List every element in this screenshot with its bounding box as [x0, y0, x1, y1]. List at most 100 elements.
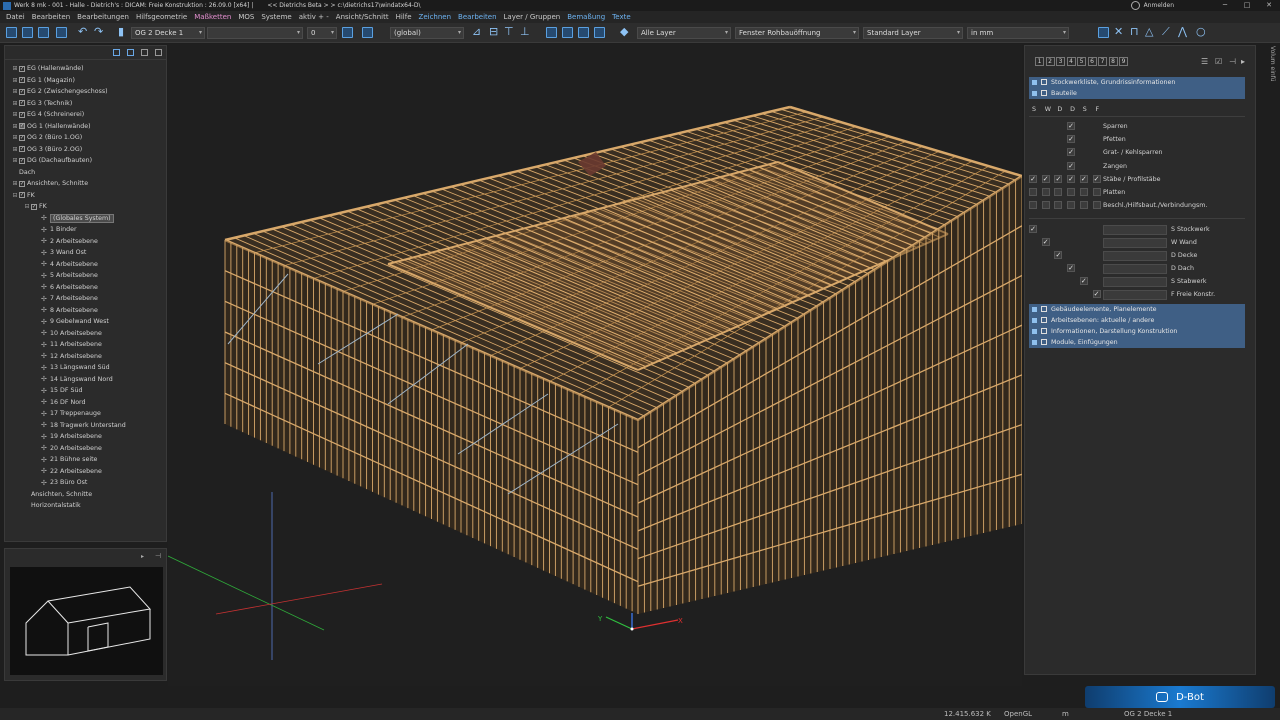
tree-item[interactable]: ✢ 19 Arbeitsebene: [33, 431, 102, 442]
tree-expander-icon[interactable]: ⊞: [11, 134, 19, 141]
type-checkbox[interactable]: ✓: [1054, 251, 1063, 259]
tree-item[interactable]: ✢ 1 Binder: [33, 224, 77, 235]
tree-expand-button[interactable]: [127, 49, 134, 56]
tree-expander-icon[interactable]: ⊞: [11, 180, 19, 187]
polyline-tool-icon[interactable]: ⋀: [1178, 26, 1187, 38]
menu-item[interactable]: Zeichnen: [419, 13, 452, 21]
plane-icon[interactable]: ⊟: [489, 26, 498, 38]
layer-tab[interactable]: 2: [1045, 57, 1055, 66]
layer-checkbox[interactable]: [1054, 188, 1063, 196]
layer-tab[interactable]: 6: [1087, 57, 1097, 66]
tree-item[interactable]: Ansichten, Schnitte: [23, 489, 92, 500]
layer-tab[interactable]: 8: [1108, 57, 1118, 66]
menu-item[interactable]: Hilfsgeometrie: [136, 13, 187, 21]
select-all-icon[interactable]: ☑: [1215, 57, 1222, 66]
tree-item[interactable]: ✢ 15 DF Süd: [33, 385, 82, 396]
menu-item[interactable]: Layer / Gruppen: [504, 13, 561, 21]
tree-checkbox[interactable]: ✓: [19, 88, 25, 95]
beam-icon[interactable]: ⊥: [520, 26, 530, 38]
tree-expander-icon[interactable]: ⊞: [11, 157, 19, 164]
layer-section[interactable]: Informationen, Darstellung Konstruktion: [1029, 326, 1245, 337]
tree-item[interactable]: ✢ 8 Arbeitsebene: [33, 305, 98, 316]
tree-expander-icon[interactable]: ⊞: [11, 88, 19, 95]
tree-expander-icon[interactable]: ⊞: [11, 100, 19, 107]
layer-checkbox[interactable]: [1041, 188, 1050, 196]
triangle-tool-icon[interactable]: △: [1145, 26, 1153, 38]
opening-select[interactable]: Fenster Rohbauöffnung ▾: [735, 27, 859, 39]
preview-menu-icon[interactable]: ▸: [141, 553, 144, 560]
open-file-button[interactable]: [22, 27, 33, 38]
unit-select[interactable]: in mm ▾: [967, 27, 1069, 39]
line-tool-icon[interactable]: ⟋: [1162, 26, 1170, 38]
tree-item[interactable]: ⊟ ✓ FK: [23, 201, 46, 212]
tree-item[interactable]: ⊞ ✓ OG 3 (Büro 2.OG): [11, 144, 82, 155]
tree-item[interactable]: ⊞ ✓ DG (Dachaufbauten): [11, 155, 92, 166]
menu-item[interactable]: Maßketten: [194, 13, 231, 21]
redo-icon[interactable]: ↷: [94, 26, 103, 38]
layer-checkbox[interactable]: ✓: [1029, 174, 1037, 183]
timber-frame-model[interactable]: Y X: [168, 44, 1022, 686]
tree-filter-button[interactable]: [113, 49, 120, 56]
layer-style-select[interactable]: Standard Layer ▾: [863, 27, 963, 39]
measure-icon[interactable]: ⊿: [472, 26, 481, 38]
tree-item[interactable]: ⊞ ✓ OG 2 (Büro 1.OG): [11, 132, 82, 143]
layer-section[interactable]: Module, Einfügungen: [1029, 337, 1245, 348]
panel-options-icon[interactable]: ⊣: [1229, 57, 1236, 66]
layer-checkbox[interactable]: [1029, 188, 1037, 196]
section-checkbox[interactable]: [1041, 90, 1047, 96]
tree-checkbox[interactable]: ✓: [19, 157, 25, 164]
tree-item[interactable]: ⊞ ✓ EG 2 (Zwischengeschoss): [11, 86, 107, 97]
type-color-field[interactable]: [1103, 251, 1167, 261]
tree-item[interactable]: ✢ 9 Gebelwand West: [33, 316, 109, 327]
section-checkbox[interactable]: [1041, 79, 1047, 85]
tree-item[interactable]: ✢ 16 DF Nord: [33, 397, 86, 408]
tree-item[interactable]: ⊟ ✓ FK: [11, 190, 34, 201]
layer-checkbox[interactable]: ✓: [1067, 148, 1076, 157]
tree-menu-button[interactable]: [141, 49, 148, 56]
maximize-button[interactable]: □: [1236, 0, 1258, 11]
type-color-field[interactable]: [1103, 238, 1167, 248]
layer-icon[interactable]: ◆: [620, 26, 628, 38]
view-iso-button[interactable]: [594, 27, 605, 38]
type-checkbox[interactable]: ✓: [1079, 277, 1088, 285]
layer-select[interactable]: Alle Layer ▾: [637, 27, 731, 39]
tree-pin-button[interactable]: [155, 49, 162, 56]
tree-expander-icon[interactable]: ⊞: [11, 77, 19, 84]
layer-checkbox[interactable]: [1067, 188, 1076, 196]
login-link[interactable]: Anmelden: [1144, 2, 1174, 9]
menu-item[interactable]: Bemaßung: [567, 13, 605, 21]
tree-item[interactable]: ⊞ ✓ EG 4 (Schreinerei): [11, 109, 84, 120]
minimize-button[interactable]: ─: [1214, 0, 1236, 11]
preview-pin-icon[interactable]: ⊣: [155, 552, 161, 560]
menu-item[interactable]: Bearbeiten: [32, 13, 70, 21]
user-icon[interactable]: [1130, 1, 1140, 10]
tree-item[interactable]: ✢ 20 Arbeitsebene: [33, 443, 102, 454]
tree-item[interactable]: ✢ 6 Arbeitsebene: [33, 282, 98, 293]
tree-checkbox[interactable]: ✓: [19, 100, 25, 106]
wall-icon[interactable]: ⊤: [504, 26, 514, 38]
layer-checkbox[interactable]: ✓: [1092, 174, 1101, 183]
tree-checkbox[interactable]: ✓: [19, 146, 25, 152]
tree-item[interactable]: ⊞ ✓ Ansichten, Schnitte: [11, 178, 88, 189]
layer-checkbox[interactable]: [1067, 201, 1076, 210]
layer-checkbox[interactable]: ✓: [1041, 174, 1050, 183]
layer-checkbox[interactable]: [1092, 201, 1101, 210]
layer-checkbox[interactable]: [1029, 201, 1037, 210]
menu-item[interactable]: Texte: [612, 13, 630, 21]
cross-tool-icon[interactable]: ✕: [1114, 26, 1123, 38]
layer-tab[interactable]: 7: [1098, 57, 1107, 66]
layer-section[interactable]: Arbeitsebenen: aktuelle / andere: [1029, 315, 1245, 326]
tree-item[interactable]: ✢ 21 Bühne seite: [33, 454, 97, 465]
layer-tab[interactable]: 4: [1066, 57, 1076, 66]
tree-expander-icon[interactable]: ⊟: [23, 203, 31, 210]
layer-checkbox[interactable]: ✓: [1079, 174, 1088, 183]
expand-icon[interactable]: [1032, 329, 1037, 334]
layer-checkbox[interactable]: [1079, 201, 1088, 210]
view-top-button[interactable]: [578, 27, 589, 38]
rectangle-tool-button[interactable]: [1098, 27, 1109, 38]
tree-item[interactable]: ✢ 10 Arbeitsebene: [33, 328, 102, 339]
element-select[interactable]: ▾: [207, 27, 303, 39]
section-checkbox[interactable]: [1041, 317, 1047, 323]
menu-item[interactable]: Hilfe: [396, 13, 412, 21]
save-button[interactable]: [38, 27, 49, 38]
